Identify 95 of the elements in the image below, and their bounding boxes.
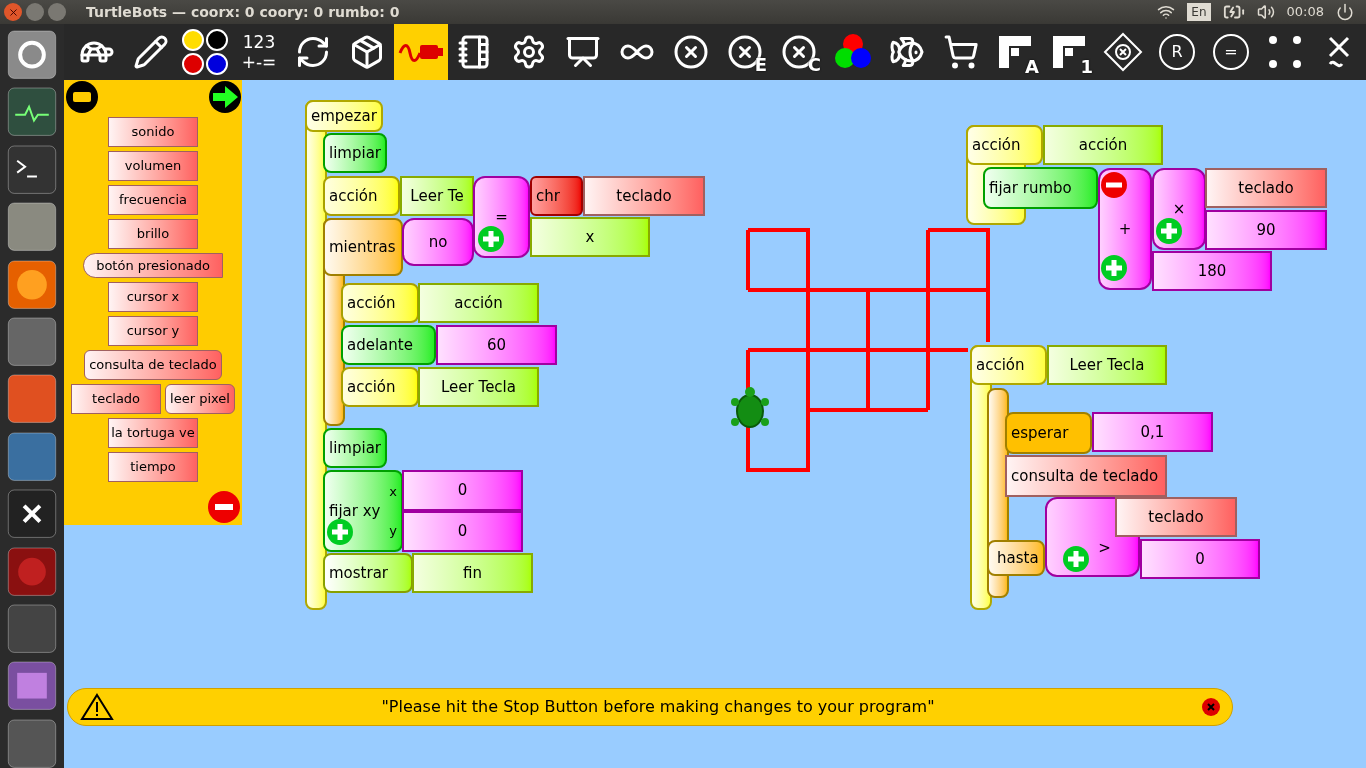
close-button[interactable]: [4, 3, 22, 21]
palette-block[interactable]: leer pixel: [165, 384, 235, 414]
socket-label: x: [389, 482, 397, 501]
text-block[interactable]: Leer Te: [400, 176, 474, 216]
command-block[interactable]: fijar rumbo: [983, 167, 1098, 209]
badge-letter: A: [1025, 55, 1039, 79]
clock[interactable]: 00:08: [1286, 2, 1324, 22]
command-block[interactable]: limpiar: [323, 133, 387, 173]
close-icon[interactable]: [1202, 698, 1220, 716]
palette-block[interactable]: frecuencia: [108, 185, 198, 215]
x-icon: [1328, 34, 1350, 70]
palette-block[interactable]: cursor x: [108, 282, 198, 312]
function-block[interactable]: chr: [530, 176, 583, 216]
circle-x-icon[interactable]: [7, 489, 57, 539]
palette-block[interactable]: consulta de teclado: [84, 350, 222, 380]
power-icon: [1336, 3, 1354, 21]
palette-block[interactable]: volumen: [108, 151, 198, 181]
warning-icon: [80, 693, 114, 721]
color-dots-icon: [181, 28, 229, 76]
text-block[interactable]: Leer Tecla: [1047, 345, 1167, 385]
window-title: TurtleBots — coorx: 0 coory: 0 rumbo: 0: [86, 2, 400, 22]
number-block[interactable]: 180: [1152, 251, 1272, 291]
action-block[interactable]: acción: [341, 367, 419, 407]
toolbar-button[interactable]: A: [988, 24, 1042, 80]
command-block[interactable]: adelante: [341, 325, 436, 365]
toolbar-button[interactable]: 123 +-=: [232, 24, 286, 80]
start-block[interactable]: acción: [970, 345, 1047, 385]
action-block[interactable]: acción: [341, 283, 419, 323]
palette-block[interactable]: brillo: [108, 219, 198, 249]
text-block[interactable]: acción: [418, 283, 539, 323]
fish-icon: [889, 34, 925, 70]
command-block[interactable]: fijar xy x y: [323, 470, 403, 552]
number-block[interactable]: 60: [436, 325, 557, 365]
number-block[interactable]: 0,1: [1092, 412, 1213, 452]
start-block[interactable]: acción: [966, 125, 1043, 165]
circle-x-icon: [673, 34, 709, 70]
palette-block[interactable]: teclado: [71, 384, 162, 414]
action-block[interactable]: acción: [323, 176, 400, 216]
sensor-block[interactable]: teclado: [1205, 168, 1327, 208]
notification-message: "Please hit the Stop Button before making changes to your program": [380, 696, 936, 718]
diamond-x-icon: [1103, 32, 1143, 72]
socket-label: y: [389, 521, 397, 540]
loop-block[interactable]: hasta: [987, 540, 1045, 576]
operator-label: +-=: [241, 52, 277, 72]
pen-icon: [133, 34, 169, 70]
badge-letter: E: [754, 53, 767, 77]
box-icon: [349, 34, 385, 70]
window-icon[interactable]: [7, 661, 57, 711]
number-block[interactable]: 0: [402, 511, 523, 552]
terminal-icon[interactable]: [7, 144, 57, 195]
close-icon: [7, 6, 19, 18]
sensor-block[interactable]: teclado: [583, 176, 705, 216]
text-block[interactable]: Leer Tecla: [418, 367, 539, 407]
sensor-block[interactable]: consulta de teclado: [1005, 455, 1167, 497]
operator-block[interactable]: no: [402, 218, 474, 266]
palette-block[interactable]: la tortuga ve: [108, 418, 198, 448]
maximize-button[interactable]: [48, 3, 66, 21]
palette-block[interactable]: sonido: [108, 117, 198, 147]
toolbar-button[interactable]: 1: [1042, 24, 1096, 80]
keyboard-indicator[interactable]: En: [1187, 3, 1211, 21]
palette-block[interactable]: cursor y: [108, 316, 198, 346]
number-block[interactable]: 0: [402, 470, 523, 511]
text-block[interactable]: acción: [1043, 125, 1163, 165]
presentation-icon: [565, 34, 601, 70]
wifi-icon: [1157, 3, 1176, 21]
wait-block[interactable]: esperar: [1005, 412, 1092, 454]
circle-letter-icon: =: [1213, 34, 1249, 70]
minus-icon[interactable]: [1101, 172, 1127, 198]
badge-letter: 1: [1080, 55, 1093, 79]
command-block[interactable]: limpiar: [323, 428, 387, 468]
monitor-icon[interactable]: [7, 87, 57, 137]
palette-block[interactable]: botón presionado: [83, 253, 223, 278]
dash-icon[interactable]: [7, 30, 57, 80]
command-block[interactable]: mostrar: [323, 553, 413, 593]
text-block[interactable]: x: [530, 217, 650, 257]
number-block[interactable]: 90: [1205, 210, 1327, 250]
volume-icon: [1256, 3, 1275, 21]
palette-block[interactable]: tiempo: [108, 452, 198, 482]
refresh-icon: [295, 34, 331, 70]
number-block[interactable]: 0: [1140, 539, 1260, 579]
toolbar-button[interactable]: R: [1150, 24, 1204, 80]
circle-letter-icon: R: [1159, 34, 1195, 70]
collapse-icon[interactable]: [66, 81, 98, 113]
number-label: 123: [242, 32, 276, 52]
badge-letter: C: [807, 53, 821, 77]
cart-icon: [943, 34, 979, 70]
loop-block[interactable]: mientras: [323, 218, 403, 276]
minus-icon[interactable]: [208, 491, 240, 523]
dots-icon: [1267, 34, 1303, 70]
start-block[interactable]: empezar: [305, 100, 383, 132]
minimize-button[interactable]: [26, 3, 44, 21]
toolbar-button[interactable]: =: [1204, 24, 1258, 80]
settings-icon: [511, 34, 547, 70]
sensor-block[interactable]: teclado: [1115, 497, 1237, 537]
text-block[interactable]: fin: [412, 553, 533, 593]
